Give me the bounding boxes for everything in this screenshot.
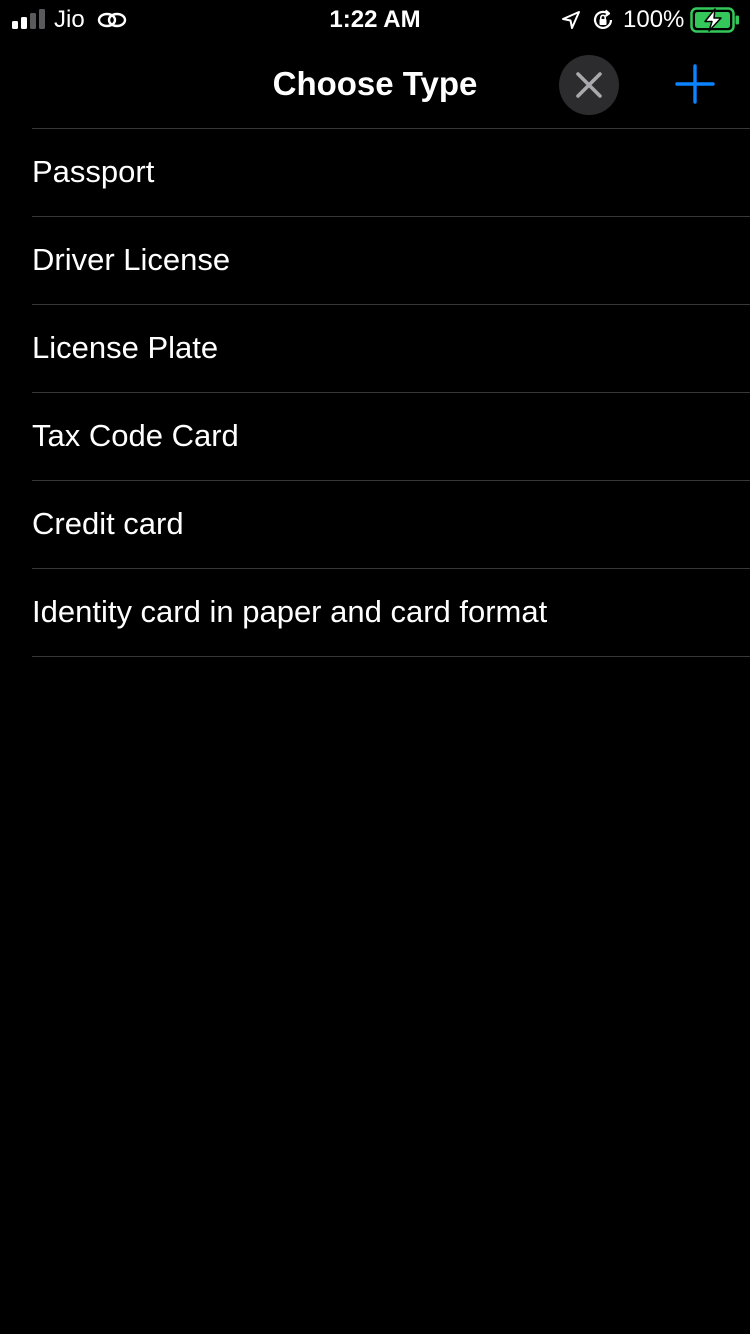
close-icon xyxy=(576,72,602,98)
plus-icon xyxy=(675,64,715,104)
list-item-driver-license[interactable]: Driver License xyxy=(32,217,750,305)
type-list: Passport Driver License License Plate Ta… xyxy=(32,128,750,657)
list-item-identity-card[interactable]: Identity card in paper and card format xyxy=(32,569,750,657)
status-bar: Jio 1:22 AM 100% xyxy=(0,0,750,40)
navigation-bar: Choose Type xyxy=(0,40,750,128)
close-button[interactable] xyxy=(559,55,619,115)
list-item-label: Credit card xyxy=(32,505,184,541)
battery-percent: 100% xyxy=(623,6,685,33)
list-item-label: Passport xyxy=(32,153,155,189)
rotation-lock-icon xyxy=(593,9,613,29)
list-item-label: Tax Code Card xyxy=(32,417,239,453)
list-item-license-plate[interactable]: License Plate xyxy=(32,305,750,393)
battery-charging-icon xyxy=(690,7,739,33)
list-item-tax-code-card[interactable]: Tax Code Card xyxy=(32,393,750,481)
page-title: Choose Type xyxy=(272,65,478,102)
list-item-label: License Plate xyxy=(32,329,219,365)
list-item-label: Driver License xyxy=(32,241,231,277)
add-type-button[interactable] xyxy=(674,63,716,105)
list-item-label: Identity card in paper and card format xyxy=(32,593,548,629)
list-item-passport[interactable]: Passport xyxy=(32,129,750,217)
location-arrow-icon xyxy=(562,11,580,29)
list-item-credit-card[interactable]: Credit card xyxy=(32,481,750,569)
